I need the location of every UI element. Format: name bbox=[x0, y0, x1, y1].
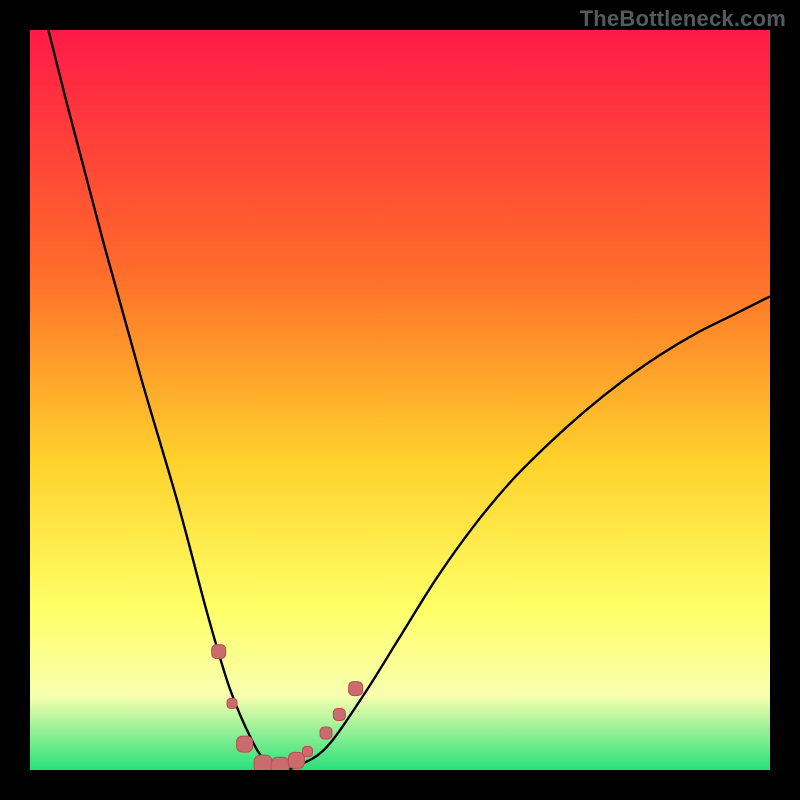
curve-marker bbox=[227, 698, 237, 708]
curve-marker bbox=[254, 755, 272, 770]
plot-area bbox=[30, 30, 770, 770]
curve-marker bbox=[303, 747, 313, 757]
curve-marker bbox=[212, 645, 226, 659]
curve-marker bbox=[320, 727, 332, 739]
curve-marker bbox=[349, 682, 363, 696]
bottleneck-curve bbox=[30, 30, 770, 770]
chart-frame: TheBottleneck.com bbox=[0, 0, 800, 800]
watermark-text: TheBottleneck.com bbox=[580, 6, 786, 32]
curve-marker bbox=[288, 752, 304, 768]
curve-marker bbox=[271, 757, 289, 770]
curve-marker bbox=[333, 709, 345, 721]
curve-marker bbox=[237, 736, 253, 752]
